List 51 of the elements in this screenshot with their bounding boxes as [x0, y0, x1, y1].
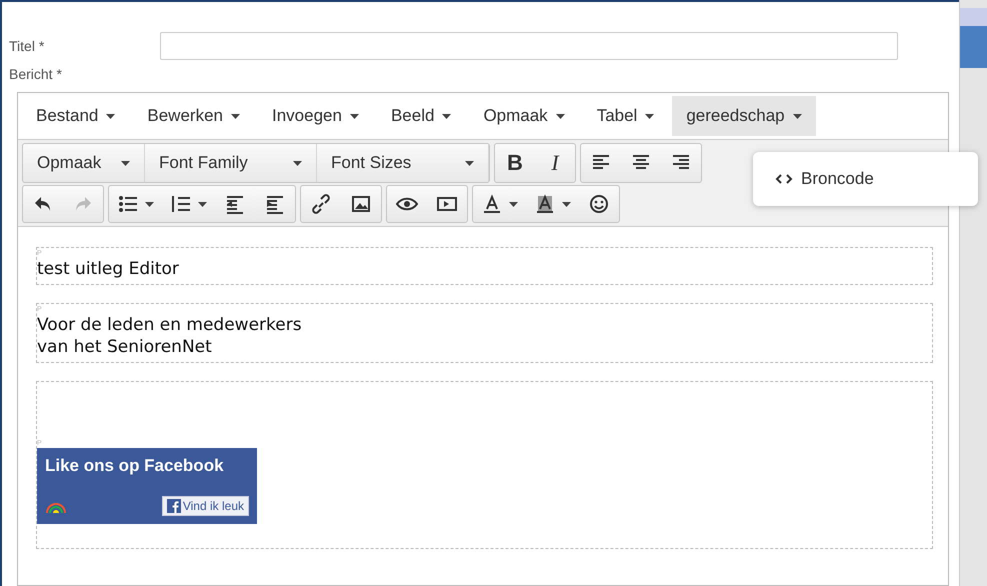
format-select[interactable]: Font Sizes	[317, 144, 489, 182]
caret-icon	[442, 114, 452, 118]
caret-icon	[556, 114, 565, 118]
film-icon	[436, 194, 458, 214]
paragraph-text: Voor de leden en medewerkers van het SeniorenNet	[37, 314, 303, 358]
menu-item[interactable]: Tabel	[582, 96, 668, 136]
align-right-icon	[670, 152, 692, 172]
numbered-list-icon	[170, 194, 192, 214]
scrollbar[interactable]	[959, 0, 987, 586]
caret-icon	[465, 160, 474, 166]
facebook-icon	[166, 499, 181, 513]
style-button[interactable]: B	[495, 144, 535, 182]
menu-item[interactable]: Bestand	[22, 96, 130, 136]
outdent-icon	[224, 194, 246, 214]
align-center-icon	[630, 152, 652, 172]
code-icon	[775, 173, 793, 185]
caret-icon	[231, 114, 240, 118]
image-icon	[350, 194, 372, 214]
caret-icon	[198, 202, 207, 206]
field-label: Titel *	[9, 38, 44, 54]
indent-icon	[264, 194, 286, 214]
menu-item[interactable]: Opmaak	[469, 96, 579, 136]
menu-entry[interactable]: Broncode	[775, 169, 874, 189]
caret-icon	[293, 160, 302, 166]
banner-title: Like ons op Facebook	[45, 456, 225, 476]
like-button[interactable]: Vind ik leuk	[162, 496, 249, 516]
background-color-icon	[534, 194, 556, 214]
link-icon	[310, 194, 332, 214]
style-button[interactable]: I	[535, 144, 575, 182]
caret-icon	[350, 114, 359, 118]
align-left-icon	[590, 152, 612, 172]
scrollbar-thumb[interactable]	[960, 26, 987, 68]
paragraph-text: test uitleg Editor	[37, 258, 180, 280]
menu-item[interactable]: Beeld	[376, 96, 466, 136]
caret-icon	[792, 114, 802, 118]
caret-icon	[645, 114, 654, 118]
field-label: Bericht *	[9, 66, 62, 82]
caret-icon	[562, 202, 571, 206]
caret-icon	[106, 114, 116, 118]
menu-item[interactable]: gereedschap	[672, 96, 816, 136]
format-select[interactable]: Opmaak	[23, 144, 145, 182]
caret-icon	[145, 202, 154, 206]
caret-icon	[509, 202, 518, 206]
format-select[interactable]: Font Family	[145, 144, 317, 182]
menu-item[interactable]: Invoegen	[258, 96, 373, 136]
smiley-icon	[588, 194, 610, 214]
caret-icon	[121, 160, 130, 166]
menu-item[interactable]: Bewerken	[133, 96, 254, 136]
bullet-list-icon	[117, 194, 139, 214]
title-input[interactable]	[160, 32, 898, 60]
text-color-icon	[481, 194, 503, 214]
